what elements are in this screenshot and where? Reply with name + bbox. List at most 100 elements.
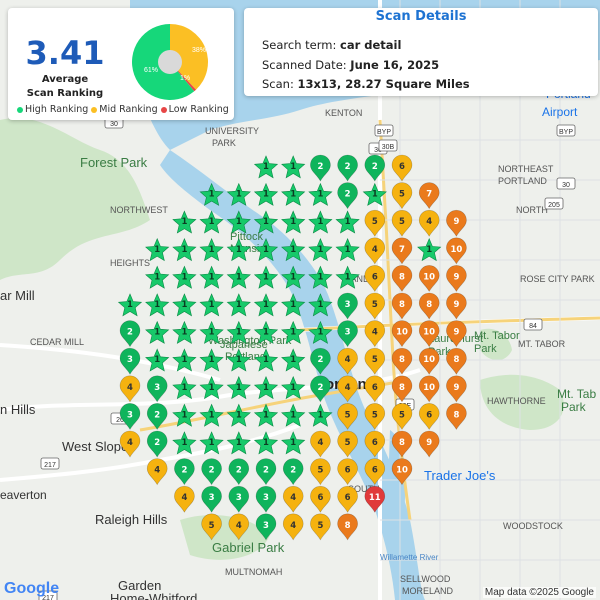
map-label: West Slope — [62, 439, 128, 454]
pin-rank-label: 1 — [263, 383, 269, 393]
map-label: PARK — [212, 138, 236, 148]
pin-rank-label: 4 — [127, 438, 133, 448]
pin-rank-label: 8 — [399, 355, 405, 365]
route-shield-label: BYP — [377, 129, 391, 136]
route-shield-label: 217 — [44, 462, 56, 469]
pin-rank-label: 1 — [209, 355, 215, 365]
pin-rank-label: 1 — [236, 217, 242, 227]
pin-rank-label: 2 — [317, 162, 323, 172]
pin-rank-label: 10 — [423, 328, 435, 338]
pin-rank-label: 1 — [181, 410, 187, 420]
pin-rank-label: 9 — [453, 383, 459, 393]
pin-rank-label: 1 — [154, 355, 160, 365]
pin-rank-label: 5 — [399, 410, 405, 420]
pin-rank-label: 1 — [209, 190, 215, 200]
pin-rank-label: 1 — [154, 245, 160, 255]
pin-rank-label: 1 — [290, 410, 296, 420]
pin-rank-label: 10 — [450, 245, 462, 255]
pin-rank-label: 6 — [372, 383, 378, 393]
legend-label: Low Ranking — [168, 104, 229, 115]
map-label: CEDAR MILL — [30, 337, 84, 347]
pin-rank-label: 1 — [317, 190, 323, 200]
pin-rank-label: 9 — [453, 300, 459, 310]
ranking-legend: High Ranking Mid Ranking Low Ranking — [14, 104, 229, 115]
map-label: NORTHEAST — [498, 164, 554, 174]
route-shield-label: 30B — [382, 144, 395, 151]
pin-rank-label: 6 — [372, 466, 378, 476]
map-label: MORELAND — [402, 586, 454, 596]
search-term-value: car detail — [340, 38, 402, 52]
pin-rank-label: 5 — [372, 410, 378, 420]
pin-rank-label: 4 — [236, 521, 242, 531]
pie-label: 38% — [192, 47, 206, 54]
pin-rank-label: 10 — [396, 328, 408, 338]
pin-rank-label: 5 — [372, 355, 378, 365]
ranking-pie-chart: 61% 38% 1% — [132, 24, 208, 100]
pin-rank-label: 6 — [372, 272, 378, 282]
pin-rank-label: 4 — [290, 521, 296, 531]
scan-size-value: 13x13, 28.27 Square Miles — [297, 77, 470, 91]
pin-rank-label: 1 — [236, 328, 242, 338]
ranking-summary-card: 3.41 Average Scan Ranking 61% 38% 1% High … — [8, 8, 234, 120]
pin-rank-label: 2 — [263, 466, 269, 476]
map-label: PORTLAND — [498, 176, 547, 186]
pin-rank-label: 1 — [263, 245, 269, 255]
scanned-date-row: Scanned Date: June 16, 2025 — [262, 58, 439, 72]
pin-rank-label: 1 — [263, 162, 269, 172]
pin-rank-label: 3 — [263, 521, 269, 531]
pin-rank-label: 8 — [399, 383, 405, 393]
map-label: Home-Whitford — [110, 591, 197, 600]
pin-rank-label: 1 — [263, 355, 269, 365]
pin-rank-label: 10 — [423, 355, 435, 365]
pin-rank-label: 3 — [127, 410, 133, 420]
pin-rank-label: 5 — [345, 410, 351, 420]
pin-rank-label: 8 — [453, 410, 459, 420]
pin-rank-label: 1 — [209, 383, 215, 393]
route-shield-label: 84 — [529, 323, 537, 330]
legend-dot — [160, 106, 167, 113]
pin-rank-label: 1 — [236, 272, 242, 282]
map-label: MULTNOMAH — [225, 567, 282, 577]
pin-rank-label: 1 — [181, 438, 187, 448]
legend-dot — [17, 106, 23, 113]
pin-rank-label: 1 — [181, 328, 187, 338]
google-logo[interactable]: Google — [4, 580, 59, 598]
map-label: Pittock — [230, 231, 264, 243]
google-logo-text: Google — [4, 580, 60, 597]
pin-rank-label: 1 — [317, 272, 323, 282]
map-label: n Hills — [0, 402, 36, 417]
pin-rank-label: 8 — [426, 300, 432, 310]
pin-rank-label: 8 — [345, 521, 351, 531]
map-label: HAWTHORNE — [487, 396, 546, 406]
pin-rank-label: 6 — [426, 410, 432, 420]
pin-rank-label: 1 — [263, 272, 269, 282]
pin-rank-label: 1 — [290, 355, 296, 365]
pin-rank-label: 4 — [426, 217, 432, 227]
map-attribution[interactable]: Map data ©2025 Google — [482, 587, 596, 598]
scan-details-card: Scan Details Search term: car detail Sca… — [244, 8, 598, 96]
scan-ranking-label: Scan Ranking — [26, 88, 104, 99]
map-label: SELLWOOD — [400, 574, 451, 584]
pin-rank-label: 1 — [209, 328, 215, 338]
legend-label: High Ranking — [25, 104, 89, 115]
map-label: UNIVERSITY — [205, 126, 259, 136]
pie-label: 1% — [180, 75, 190, 82]
pin-rank-label: 8 — [399, 272, 405, 282]
pin-rank-label: 7 — [426, 190, 432, 200]
scan-size-label: Scan: — [262, 77, 294, 91]
pin-rank-label: 5 — [317, 521, 323, 531]
pin-rank-label: 1 — [426, 245, 432, 255]
pin-rank-label: 5 — [209, 521, 215, 531]
map-label: eaverton — [0, 488, 47, 502]
pin-rank-label: 2 — [181, 466, 187, 476]
pin-rank-label: 2 — [290, 466, 296, 476]
pin-rank-label: 3 — [263, 493, 269, 503]
pin-rank-label: 1 — [263, 300, 269, 310]
pin-rank-label: 10 — [423, 383, 435, 393]
pin-rank-label: 1 — [154, 300, 160, 310]
search-term-label: Search term: — [262, 38, 337, 52]
pin-rank-label: 1 — [317, 217, 323, 227]
pin-rank-label: 1 — [181, 217, 187, 227]
pin-rank-label: 1 — [209, 272, 215, 282]
pin-rank-label: 1 — [290, 245, 296, 255]
